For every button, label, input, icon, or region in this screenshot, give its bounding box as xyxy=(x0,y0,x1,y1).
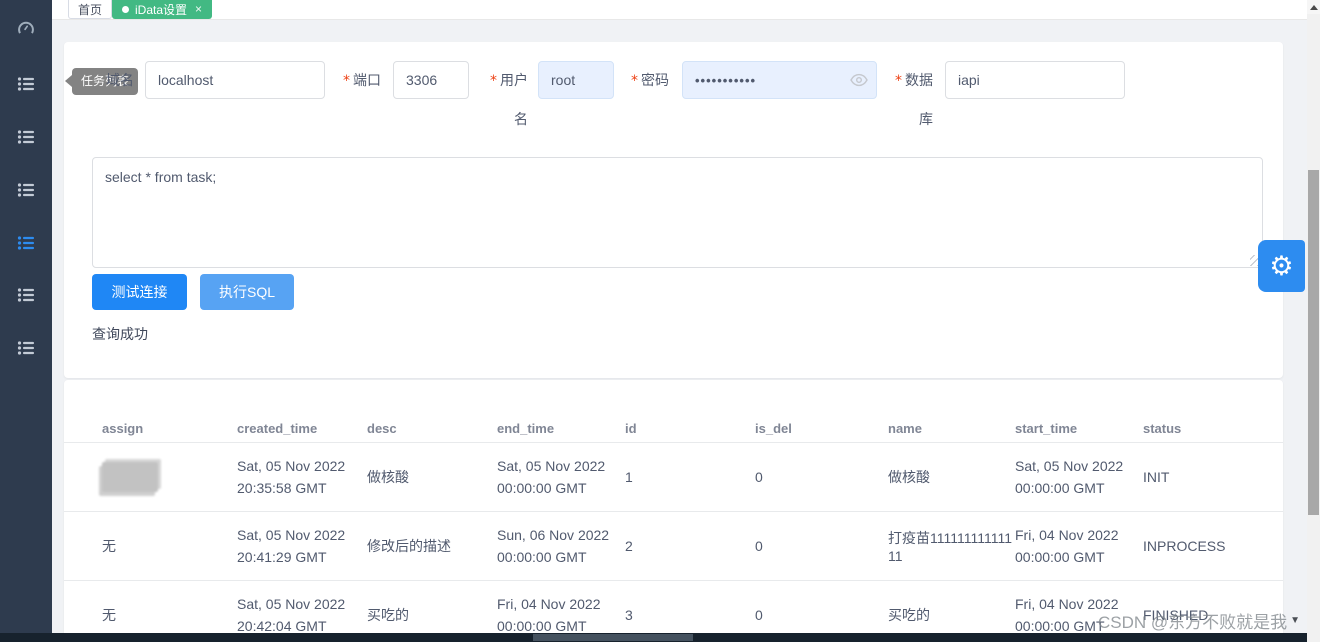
cell-id: 2 xyxy=(625,538,755,554)
cell-desc: 买吃的 xyxy=(367,605,497,625)
cell-end-time: Sun, 06 Nov 2022 00:00:00 GMT xyxy=(497,524,625,568)
sidebar-item-list-2[interactable] xyxy=(0,119,52,155)
cell-is-del: 0 xyxy=(755,607,888,623)
list-icon xyxy=(17,286,35,304)
col-header-id: id xyxy=(625,421,755,436)
col-header-created-time: created_time xyxy=(237,421,367,436)
up-arrow-icon xyxy=(1310,5,1318,10)
cell-assign xyxy=(102,462,237,492)
csdn-watermark: CSDN @东方不败就是我 ▼ xyxy=(1098,608,1300,633)
cell-desc: 修改后的描述 xyxy=(367,536,497,556)
password-field xyxy=(682,61,877,99)
sidebar-item-idata-active[interactable] xyxy=(0,225,52,261)
tab-idata-settings[interactable]: iData设置 × xyxy=(112,0,212,19)
list-icon-active xyxy=(17,234,35,252)
table-row: 无 Sat, 05 Nov 2022 20:41:29 GMT 修改后的描述 S… xyxy=(64,512,1283,581)
col-header-name: name xyxy=(888,421,1015,436)
cell-status: INIT xyxy=(1143,469,1263,485)
list-icon xyxy=(17,75,35,93)
sidebar-item-task-list[interactable] xyxy=(0,66,52,102)
username-label: *用户名 xyxy=(482,61,528,138)
sidebar-item-list-6[interactable] xyxy=(0,330,52,366)
cell-status: INPROCESS xyxy=(1143,538,1263,554)
tab-active-dot-icon xyxy=(122,6,129,13)
sidebar-item-dashboard[interactable] xyxy=(0,10,52,46)
database-input[interactable] xyxy=(945,61,1125,99)
col-header-end-time: end_time xyxy=(497,421,625,436)
cell-id: 1 xyxy=(625,469,755,485)
cell-end-time: Sat, 05 Nov 2022 00:00:00 GMT xyxy=(497,455,625,499)
cell-created-time: Sat, 05 Nov 2022 20:42:04 GMT xyxy=(237,593,367,637)
username-input[interactable] xyxy=(538,61,614,99)
col-header-start-time: start_time xyxy=(1015,421,1143,436)
domain-label: 域名 xyxy=(94,61,134,99)
domain-input[interactable] xyxy=(145,61,325,99)
scroll-up-button[interactable] xyxy=(1307,0,1320,14)
cell-created-time: Sat, 05 Nov 2022 20:35:58 GMT xyxy=(237,455,367,499)
dashboard-icon xyxy=(16,18,36,38)
port-label: *端口 xyxy=(326,61,381,100)
query-status-text: 查询成功 xyxy=(92,324,148,344)
gear-icon: ⚙ xyxy=(1269,251,1293,282)
cell-name: 做核酸 xyxy=(888,467,1015,487)
cell-assign: 无 xyxy=(102,536,237,556)
test-connection-button[interactable]: 测试连接 xyxy=(92,274,187,310)
sidebar-item-list-3[interactable] xyxy=(0,172,52,208)
eye-icon[interactable] xyxy=(850,72,868,88)
database-label: *数据库 xyxy=(886,61,933,138)
col-header-status: status xyxy=(1143,421,1263,436)
cell-is-del: 0 xyxy=(755,469,888,485)
sql-textarea[interactable]: select * from task; xyxy=(92,157,1263,268)
watermark-arrow-icon: ▼ xyxy=(1290,615,1300,626)
execute-sql-button[interactable]: 执行SQL xyxy=(200,274,294,310)
list-icon xyxy=(17,128,35,146)
cell-name: 买吃的 xyxy=(888,605,1015,625)
required-mark: * xyxy=(490,73,497,89)
cell-start-time: Fri, 04 Nov 2022 00:00:00 GMT xyxy=(1015,524,1143,568)
cell-assign: 无 xyxy=(102,605,237,625)
required-mark: * xyxy=(631,73,638,89)
cell-id: 3 xyxy=(625,607,755,623)
required-mark: * xyxy=(343,73,350,89)
tab-close-icon[interactable]: × xyxy=(195,3,202,15)
cell-is-del: 0 xyxy=(755,538,888,554)
vertical-scrollbar[interactable] xyxy=(1307,0,1320,642)
tab-home-label: 首页 xyxy=(78,1,102,18)
settings-fab-button[interactable]: ⚙ xyxy=(1258,240,1305,292)
sidebar xyxy=(0,0,52,642)
horizontal-scrollbar-thumb[interactable] xyxy=(533,634,693,641)
tab-idata-label: iData设置 xyxy=(135,1,187,18)
list-icon xyxy=(17,339,35,357)
table-row: Sat, 05 Nov 2022 20:35:58 GMT 做核酸 Sat, 0… xyxy=(64,443,1283,512)
col-header-assign: assign xyxy=(102,421,237,436)
horizontal-scrollbar[interactable] xyxy=(0,633,1307,642)
redacted-assign-blur xyxy=(102,462,158,492)
result-table-card: assign created_time desc end_time id is_… xyxy=(64,380,1283,642)
tab-home[interactable]: 首页 xyxy=(68,0,112,19)
cell-desc: 做核酸 xyxy=(367,467,497,487)
tooltip-arrow xyxy=(65,75,72,87)
cell-created-time: Sat, 05 Nov 2022 20:41:29 GMT xyxy=(237,524,367,568)
watermark-text: CSDN @东方不败就是我 xyxy=(1098,608,1287,633)
list-icon xyxy=(17,181,35,199)
sidebar-item-list-5[interactable] xyxy=(0,277,52,313)
cell-start-time: Sat, 05 Nov 2022 00:00:00 GMT xyxy=(1015,455,1143,499)
col-header-desc: desc xyxy=(367,421,497,436)
cell-name: 打疫苗11111111111111 xyxy=(888,528,1015,564)
connection-form-card: 域名 *端口 *用户名 *密码 *数据库 select * from task;… xyxy=(64,42,1283,378)
cell-end-time: Fri, 04 Nov 2022 00:00:00 GMT xyxy=(497,593,625,637)
password-label: *密码 xyxy=(622,61,669,100)
vertical-scrollbar-thumb[interactable] xyxy=(1308,170,1319,515)
col-header-is-del: is_del xyxy=(755,421,888,436)
required-mark: * xyxy=(895,73,902,89)
tab-bar: 首页 iData设置 × xyxy=(52,0,1307,20)
port-input[interactable] xyxy=(393,61,469,99)
password-input[interactable] xyxy=(682,61,877,99)
table-header-row: assign created_time desc end_time id is_… xyxy=(64,415,1283,443)
